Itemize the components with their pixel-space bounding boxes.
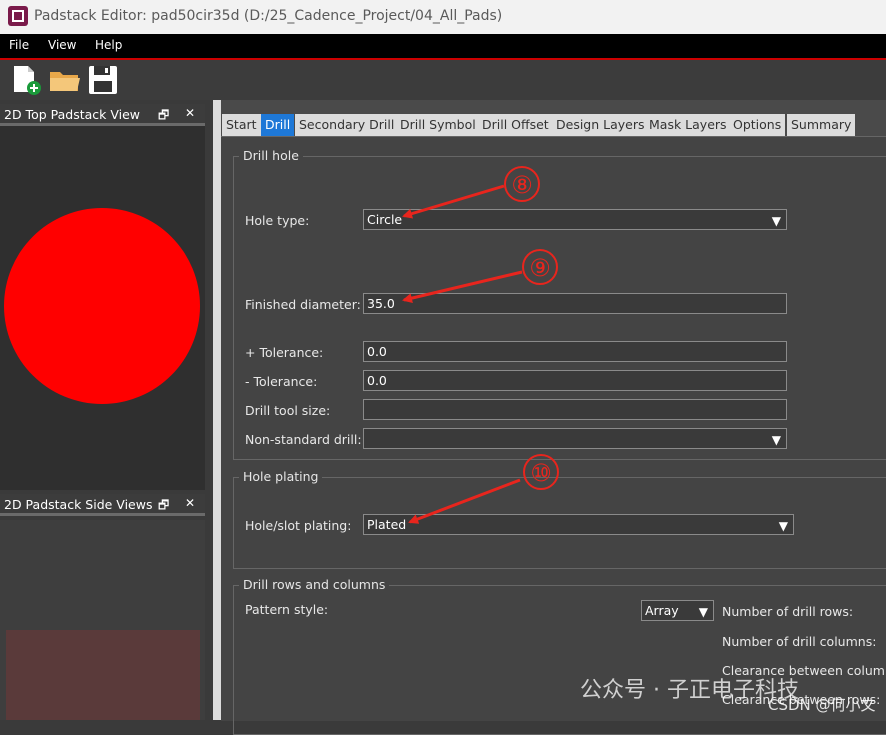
tab-design-layers[interactable]: Design Layers	[552, 114, 649, 136]
hole-type-label: Hole type:	[245, 213, 310, 228]
drill-hole-title: Drill hole	[239, 148, 303, 163]
plus-tolerance-label: + Tolerance:	[245, 345, 324, 360]
tab-summary[interactable]: Summary	[787, 114, 856, 136]
non-standard-drill-label: Non-standard drill:	[245, 432, 362, 447]
side-view-header: 2D Padstack Side Views 🗗 ✕	[0, 494, 205, 516]
dropdown-arrow-icon: ▼	[778, 519, 788, 533]
drill-tool-size-label: Drill tool size:	[245, 403, 331, 418]
dropdown-arrow-icon: ▼	[771, 433, 781, 447]
tab-options[interactable]: Options	[729, 114, 786, 136]
top-view-header: 2D Top Padstack View 🗗 ✕	[0, 104, 205, 126]
hole-type-select[interactable]: Circle ▼	[363, 209, 787, 230]
drill-rows-label: Number of drill rows:	[722, 604, 854, 619]
tab-mask-layers[interactable]: Mask Layers	[645, 114, 731, 136]
menu-bar: File View Help	[0, 34, 886, 60]
minus-tolerance-label: - Tolerance:	[245, 374, 318, 389]
pattern-style-label: Pattern style:	[245, 602, 329, 617]
non-standard-drill-select[interactable]: ▼	[363, 428, 787, 449]
drill-rows-title: Drill rows and columns	[239, 577, 390, 592]
annotation-9: ⑨	[522, 249, 558, 285]
watermark-csdn: CSDN @何小文	[768, 696, 876, 714]
top-padstack-view	[0, 126, 205, 490]
tab-drill-symbol[interactable]: Drill Symbol	[396, 114, 480, 136]
annotation-10: ⑩	[523, 454, 559, 490]
save-icon[interactable]	[86, 64, 120, 96]
side-view-title: 2D Padstack Side Views	[4, 497, 153, 512]
pad-side-shape	[6, 630, 200, 720]
watermark-wechat: 公众号 · 子正电子科技	[580, 678, 799, 703]
finished-diameter-label: Finished diameter:	[245, 297, 361, 312]
splitter[interactable]	[205, 100, 213, 720]
pattern-style-value: Array	[645, 603, 679, 618]
hole-plating-label: Hole/slot plating:	[245, 518, 352, 533]
restore-icon[interactable]: 🗗	[158, 496, 169, 517]
close-icon[interactable]: ✕	[185, 106, 195, 120]
pad-circle-shape	[4, 208, 200, 404]
toolbar	[0, 60, 886, 100]
open-folder-icon[interactable]	[48, 64, 82, 96]
drill-tool-size-input[interactable]	[363, 399, 787, 420]
tab-drill[interactable]: Drill	[261, 114, 295, 136]
dropdown-arrow-icon: ▼	[698, 605, 708, 619]
separator	[213, 100, 221, 720]
hole-plating-value: Plated	[367, 517, 407, 532]
side-padstack-view	[0, 520, 205, 720]
tab-start[interactable]: Start	[222, 114, 261, 136]
dropdown-arrow-icon: ▼	[771, 214, 781, 228]
menu-file[interactable]: File	[9, 38, 29, 52]
tab-bar: Start Drill Secondary Drill Drill Symbol…	[221, 112, 886, 136]
menu-help[interactable]: Help	[95, 38, 122, 52]
restore-icon[interactable]: 🗗	[158, 106, 169, 127]
top-view-title: 2D Top Padstack View	[4, 107, 141, 122]
new-icon[interactable]	[10, 64, 44, 96]
annotation-8: ⑧	[504, 166, 540, 202]
drill-tab-content: Drill hole Hole type: Circle ▼ Finished …	[221, 136, 886, 735]
tab-secondary-drill[interactable]: Secondary Drill	[295, 114, 399, 136]
hole-plating-select[interactable]: Plated ▼	[363, 514, 794, 535]
plus-tolerance-input[interactable]: 0.0	[363, 341, 787, 362]
title-bar: Padstack Editor: pad50cir35d (D:/25_Cade…	[0, 0, 886, 34]
tab-drill-offset[interactable]: Drill Offset	[478, 114, 553, 136]
close-icon[interactable]: ✕	[185, 496, 195, 510]
pattern-style-select[interactable]: Array ▼	[641, 600, 714, 621]
hole-plating-title: Hole plating	[239, 469, 323, 484]
finished-diameter-input[interactable]: 35.0	[363, 293, 787, 314]
app-icon	[8, 6, 28, 26]
drill-columns-label: Number of drill columns:	[722, 634, 877, 649]
menu-view[interactable]: View	[48, 38, 76, 52]
window-title: Padstack Editor: pad50cir35d (D:/25_Cade…	[34, 8, 503, 24]
minus-tolerance-input[interactable]: 0.0	[363, 370, 787, 391]
hole-type-value: Circle	[367, 212, 403, 227]
